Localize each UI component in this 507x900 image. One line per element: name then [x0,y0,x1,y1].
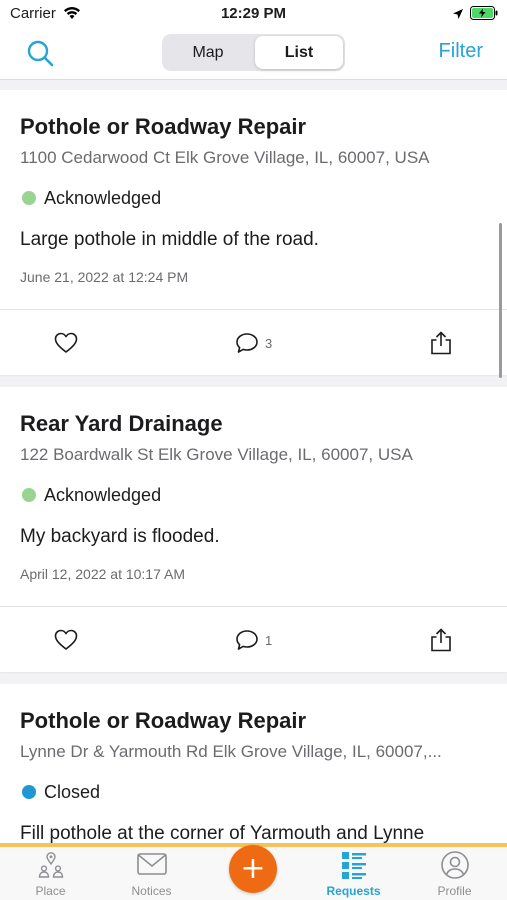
comment-icon [236,333,258,353]
tab-requests-label: Requests [326,884,381,898]
card-actions: 1 [0,606,507,672]
nav-bar: Map List Filter [0,28,507,80]
segment-map[interactable]: Map [164,36,252,69]
comment-count: 1 [265,632,273,648]
tab-place-label: Place [35,884,66,898]
share-button[interactable] [430,627,452,653]
request-address: 1100 Cedarwood Ct Elk Grove Village, IL,… [20,148,430,167]
location-arrow-icon [452,7,464,25]
card-body: Rear Yard Drainage 122 Boardwalk St Elk … [0,387,507,606]
card-actions: 3 [0,309,507,375]
status-label: Acknowledged [44,187,162,208]
mail-icon [136,853,167,875]
share-button[interactable] [430,330,452,356]
request-title: Pothole or Roadway Repair [20,114,307,139]
status-label: Closed [44,781,101,802]
segment-list[interactable]: List [255,36,343,69]
scroll-indicator[interactable] [499,223,502,378]
tab-profile-label: Profile [437,884,472,898]
status-row: Acknowledged [20,484,487,506]
heart-icon [54,629,78,650]
tab-place[interactable]: Place [0,847,101,900]
request-card[interactable]: Pothole or Roadway Repair 1100 Cedarwood… [0,90,507,375]
search-icon [27,40,54,67]
heart-icon [54,332,78,353]
request-card[interactable]: Rear Yard Drainage 122 Boardwalk St Elk … [0,387,507,672]
plus-icon: + [240,851,266,886]
comment-icon [236,630,258,650]
tab-profile[interactable]: Profile [404,847,505,900]
request-address: Lynne Dr & Yarmouth Rd Elk Grove Village… [20,742,442,761]
request-description: Fill pothole at the corner of Yarmouth a… [20,823,425,843]
status-dot [22,191,36,205]
status-row: Closed [20,781,487,803]
comment-button[interactable]: 3 [235,330,272,356]
tab-notices-label: Notices [131,884,172,898]
share-icon [431,331,451,355]
request-description: My backyard is flooded. [20,526,220,547]
list-icon [341,852,366,879]
profile-icon [440,851,469,879]
status-bar: Carrier 12:29 PM [0,0,507,28]
like-button[interactable] [54,330,78,356]
status-dot [22,488,36,502]
requests-list[interactable]: Pothole or Roadway Repair 1100 Cedarwood… [0,80,507,843]
status-row: Acknowledged [20,187,487,209]
add-request-button[interactable]: + [229,845,277,893]
share-icon [431,628,451,652]
comment-count: 3 [265,335,273,351]
comment-button[interactable]: 1 [235,627,272,653]
battery-icon [470,6,498,25]
status-dot [22,785,36,799]
request-title: Pothole or Roadway Repair [20,708,307,733]
search-button[interactable] [26,39,56,69]
card-body: Pothole or Roadway Repair Lynne Dr & Yar… [0,684,507,843]
request-date: April 12, 2022 at 10:17 AM [20,566,185,582]
view-mode-segmented-control: Map List [162,34,345,71]
card-body: Pothole or Roadway Repair 1100 Cedarwood… [0,90,507,309]
tab-requests[interactable]: Requests [303,847,404,900]
place-icon [38,852,63,878]
tab-notices[interactable]: Notices [101,847,202,900]
filter-button[interactable]: Filter [439,40,483,63]
like-button[interactable] [54,627,78,653]
status-time: 12:29 PM [220,5,287,22]
request-description: Large pothole in middle of the road. [20,229,319,250]
request-title: Rear Yard Drainage [20,411,223,436]
status-label: Acknowledged [44,484,162,505]
request-address: 122 Boardwalk St Elk Grove Village, IL, … [20,445,413,464]
request-card[interactable]: Pothole or Roadway Repair Lynne Dr & Yar… [0,684,507,843]
request-date: June 21, 2022 at 12:24 PM [20,269,189,285]
